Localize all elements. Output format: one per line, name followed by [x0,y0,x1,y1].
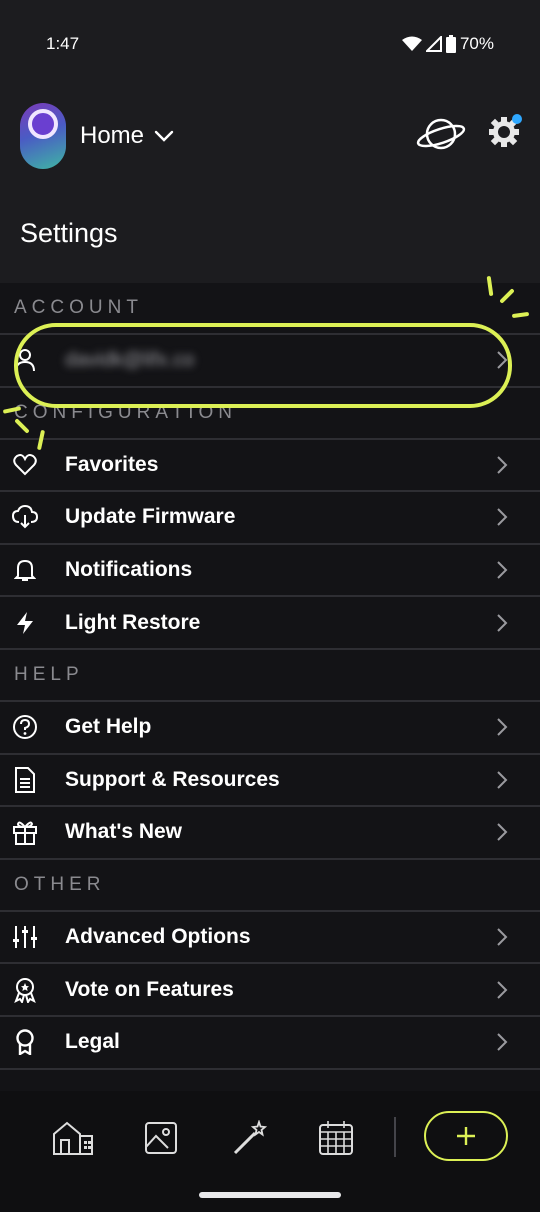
highlight-annotation [14,323,512,408]
nav-effects-button[interactable] [226,1115,272,1161]
section-header-help: HELP [0,650,540,702]
row-light-restore[interactable]: Light Restore [0,597,540,650]
battery-icon [445,35,456,53]
add-button[interactable] [424,1111,508,1161]
chevron-right-icon [497,823,508,842]
home-selector-label[interactable]: Home [80,122,144,150]
chevron-right-icon [497,508,508,527]
bolt-icon [12,610,38,636]
chevron-right-icon [497,613,508,632]
sliders-icon [12,924,38,950]
row-update-firmware[interactable]: Update Firmware [0,492,540,545]
row-label: Get Help [65,715,152,739]
row-label: Favorites [65,452,159,476]
chevron-right-icon [497,561,508,579]
nav-gallery-button[interactable] [138,1115,184,1161]
magic-wand-icon [233,1120,267,1155]
award-icon [12,977,38,1003]
status-bar: 1:47 70% [0,0,540,88]
plus-icon [457,1127,475,1145]
row-support-resources[interactable]: Support & Resources [0,754,540,808]
row-label: Support & Resources [65,767,280,791]
row-notifications[interactable]: Notifications [0,544,540,598]
cloud-download-icon [12,504,38,530]
home-icon [53,1121,93,1155]
chevron-right-icon [497,718,508,736]
row-get-help[interactable]: Get Help [0,701,540,755]
row-label: Notifications [65,558,193,582]
page-title: Settings [20,218,118,248]
chevron-right-icon [497,771,508,789]
chevron-right-icon [497,456,508,474]
settings-button[interactable] [488,113,522,153]
section-header-other: OTHER [0,860,540,912]
row-legal[interactable]: Legal [0,1016,540,1070]
chevron-right-icon [497,980,508,999]
home-indicator[interactable] [199,1192,341,1198]
nav-home-button[interactable] [50,1115,96,1161]
chevron-down-icon[interactable] [154,130,174,142]
heart-icon [12,452,38,478]
home-avatar[interactable] [20,103,66,169]
row-label: Legal [65,1030,120,1054]
document-icon [12,766,38,793]
header: Home [0,100,540,172]
chevron-right-icon [497,928,508,946]
planet-icon[interactable] [416,114,466,154]
calendar-icon [319,1121,353,1155]
row-label: Light Restore [65,610,201,634]
nav-divider [394,1117,396,1157]
gift-icon [12,819,38,846]
status-time: 1:47 [46,34,80,53]
signal-icon [425,36,442,52]
row-label: Advanced Options [65,925,251,949]
bell-icon [12,557,38,583]
wifi-icon [401,36,422,51]
notification-dot [512,113,522,124]
status-icons: 70% [401,34,494,54]
row-advanced-options[interactable]: Advanced Options [0,911,540,965]
ribbon-icon [12,1029,38,1056]
row-label: Update Firmware [65,505,236,529]
nav-schedule-button[interactable] [313,1115,359,1161]
bottom-nav [0,1091,540,1212]
image-icon [145,1122,177,1154]
row-label: What's New [65,820,183,844]
row-favorites[interactable]: Favorites [0,439,540,493]
question-icon [12,714,38,740]
chevron-right-icon [497,1033,508,1051]
row-vote-on-features[interactable]: Vote on Features [0,964,540,1017]
row-label: Vote on Features [65,977,234,1001]
battery-percent: 70% [459,34,494,53]
row-whats-new[interactable]: What's New [0,807,540,860]
